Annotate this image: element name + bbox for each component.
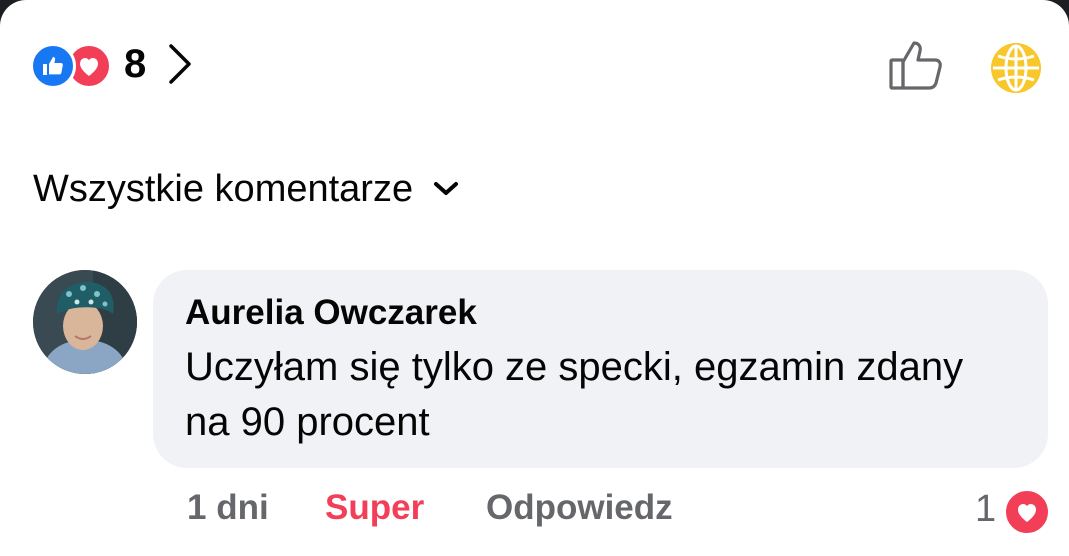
comment-text: Uczyłam się tylko ze specki, egzamin zda… — [185, 345, 964, 444]
comment-actions: 1 dni Super Odpowiedz 1 — [0, 488, 1069, 536]
comments-sheet: 8 Wszystkie komentarze Aurelia Owczarek … — [0, 0, 1069, 556]
reply-button[interactable]: Odpowiedz — [486, 488, 673, 528]
reaction-count: 8 — [124, 42, 147, 86]
reaction-button[interactable]: Super — [325, 488, 424, 528]
comment-author[interactable]: Aurelia Owczarek — [185, 292, 1018, 334]
avatar[interactable] — [33, 270, 137, 374]
reactions-summary[interactable]: 8 — [30, 40, 194, 89]
heart-icon[interactable] — [1003, 488, 1051, 536]
chevron-right-icon — [166, 42, 194, 86]
chevron-down-icon — [433, 180, 459, 203]
comment-bubble: Aurelia Owczarek Uczyłam się tylko ze sp… — [153, 270, 1048, 468]
like-reaction-icon — [30, 43, 76, 89]
comment-reaction-count[interactable]: 1 — [975, 488, 996, 531]
reaction-icons — [30, 41, 114, 89]
thumbs-up-outline-icon[interactable] — [888, 38, 944, 97]
sort-label: Wszystkie komentarze — [33, 168, 414, 210]
globe-icon[interactable] — [988, 40, 1044, 101]
comment-sort-dropdown[interactable]: Wszystkie komentarze — [33, 168, 459, 211]
comment-time: 1 dni — [187, 488, 269, 527]
